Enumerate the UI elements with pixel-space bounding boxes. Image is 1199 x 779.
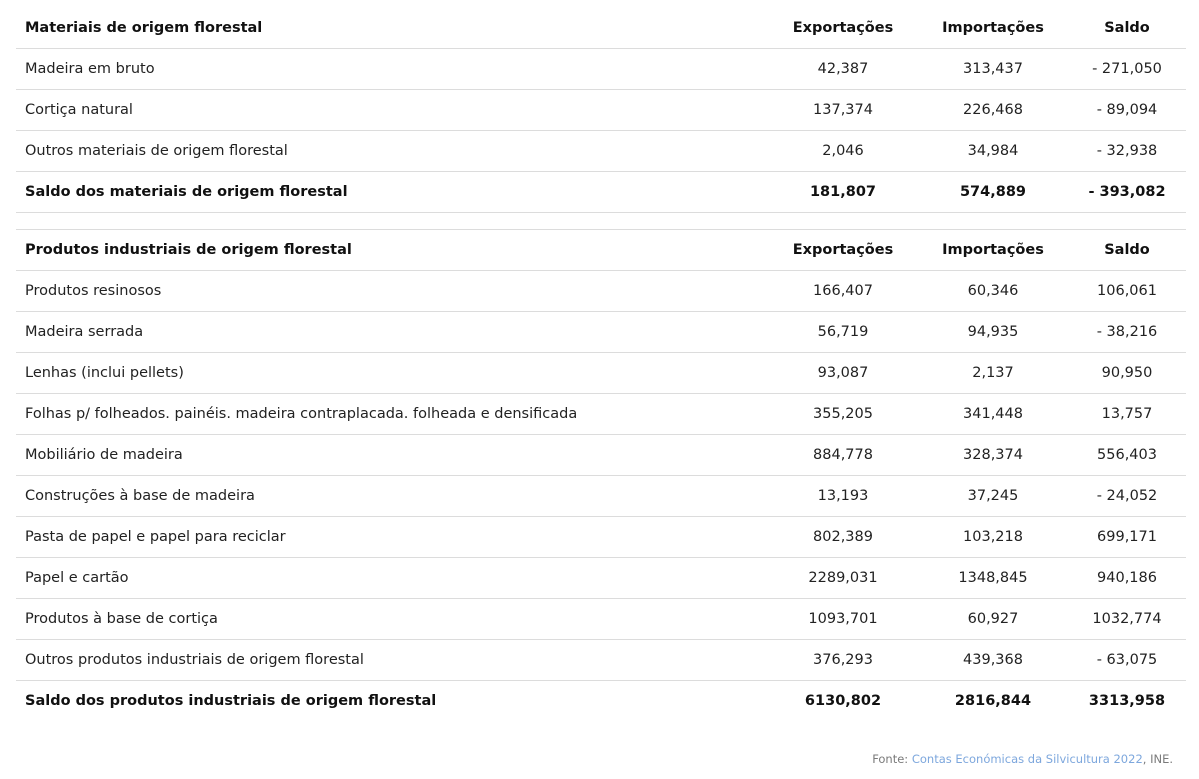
source-suffix: , INE. (1142, 752, 1173, 766)
forest-trade-table: Materiais de origem florestal Exportaçõe… (16, 8, 1186, 721)
row-balance: 940,186 (1068, 557, 1186, 599)
imports-header: Importações (918, 229, 1068, 271)
row-exports: 13,193 (768, 475, 918, 517)
row-balance: - 63,075 (1068, 639, 1186, 681)
total-balance: 3313,958 (1088, 693, 1166, 709)
table-row: Produtos resinosos 166,407 60,346 106,06… (16, 270, 1186, 312)
row-exports: 355,205 (768, 393, 918, 435)
total-exports: 181,807 (768, 171, 918, 213)
row-exports: 2289,031 (768, 557, 918, 599)
row-balance: - 271,050 (1068, 48, 1186, 90)
total-imports: 574,889 (918, 171, 1068, 213)
source-link[interactable]: Contas Económicas da Silvicultura 2022 (912, 752, 1143, 766)
table-row: Outros materiais de origem florestal 2,0… (16, 130, 1186, 172)
row-name: Produtos resinosos (16, 270, 768, 312)
table-row: Papel e cartão 2289,031 1348,845 940,186 (16, 557, 1186, 599)
row-exports: 884,778 (768, 434, 918, 476)
table-row: Construções à base de madeira 13,193 37,… (16, 475, 1186, 517)
row-name: Outros materiais de origem florestal (16, 130, 768, 172)
row-imports: 341,448 (918, 393, 1068, 435)
table-row: Folhas p/ folheados. painéis. madeira co… (16, 393, 1186, 435)
row-imports: 2,137 (918, 352, 1068, 394)
row-name: Pasta de papel e papel para reciclar (16, 516, 768, 558)
row-balance: 699,171 (1068, 516, 1186, 558)
section2-header-row: Produtos industriais de origem florestal… (16, 229, 1186, 271)
row-imports: 103,218 (918, 516, 1068, 558)
total-imports: 2816,844 (954, 693, 1032, 709)
total-name: Saldo dos produtos industriais de origem… (25, 693, 437, 709)
source-prefix: Fonte: (872, 752, 912, 766)
row-balance: 556,403 (1068, 434, 1186, 476)
row-exports: 137,374 (768, 89, 918, 131)
section1-header-row: Materiais de origem florestal Exportaçõe… (16, 8, 1186, 49)
row-exports: 166,407 (768, 270, 918, 312)
row-imports: 226,468 (918, 89, 1068, 131)
row-balance: - 38,216 (1068, 311, 1186, 353)
row-name: Outros produtos industriais de origem fl… (16, 639, 768, 681)
row-imports: 94,935 (918, 311, 1068, 353)
row-name: Mobiliário de madeira (16, 434, 768, 476)
row-imports: 328,374 (918, 434, 1068, 476)
row-exports: 376,293 (768, 639, 918, 681)
row-exports: 42,387 (768, 48, 918, 90)
imports-header: Importações (918, 8, 1068, 49)
row-name: Madeira em bruto (16, 48, 768, 90)
table-row: Madeira em bruto 42,387 313,437 - 271,05… (16, 48, 1186, 90)
table-row: Cortiça natural 137,374 226,468 - 89,094 (16, 89, 1186, 131)
row-imports: 37,245 (918, 475, 1068, 517)
trade-table-container: Materiais de origem florestal Exportaçõe… (16, 8, 1186, 721)
table-row: Outros produtos industriais de origem fl… (16, 639, 1186, 681)
table-row: Madeira serrada 56,719 94,935 - 38,216 (16, 311, 1186, 353)
total-exports: 6130,802 (804, 693, 882, 709)
row-name: Produtos à base de cortiça (16, 598, 768, 640)
table-row: Mobiliário de madeira 884,778 328,374 55… (16, 434, 1186, 476)
row-name: Folhas p/ folheados. painéis. madeira co… (16, 393, 768, 435)
row-balance: - 24,052 (1068, 475, 1186, 517)
row-exports: 802,389 (768, 516, 918, 558)
row-exports: 93,087 (768, 352, 918, 394)
exports-header: Exportações (768, 8, 918, 49)
exports-header: Exportações (768, 229, 918, 271)
row-name: Cortiça natural (16, 89, 768, 131)
section1-title: Materiais de origem florestal (16, 8, 768, 49)
section1-total-row: Saldo dos materiais de origem florestal … (16, 171, 1186, 213)
row-name: Madeira serrada (16, 311, 768, 353)
row-exports: 2,046 (768, 130, 918, 172)
row-balance: 106,061 (1068, 270, 1186, 312)
table-row: Pasta de papel e papel para reciclar 802… (16, 516, 1186, 558)
section2-total-row: Saldo dos produtos industriais de origem… (16, 681, 1186, 722)
row-balance: - 32,938 (1068, 130, 1186, 172)
row-balance: 1032,774 (1068, 598, 1186, 640)
table-row: Produtos à base de cortiça 1093,701 60,9… (16, 598, 1186, 640)
section2-title: Produtos industriais de origem florestal (16, 229, 768, 271)
source-note: Fonte: Contas Económicas da Silvicultura… (872, 752, 1173, 766)
row-balance: 13,757 (1068, 393, 1186, 435)
row-name: Papel e cartão (16, 557, 768, 599)
balance-header: Saldo (1068, 229, 1186, 271)
section-spacer (16, 212, 1186, 230)
row-name: Lenhas (inclui pellets) (16, 352, 768, 394)
row-imports: 313,437 (918, 48, 1068, 90)
row-imports: 60,927 (918, 598, 1068, 640)
total-name: Saldo dos materiais de origem florestal (16, 171, 768, 213)
row-exports: 1093,701 (768, 598, 918, 640)
table-row: Lenhas (inclui pellets) 93,087 2,137 90,… (16, 352, 1186, 394)
row-imports: 439,368 (918, 639, 1068, 681)
row-balance: - 89,094 (1068, 89, 1186, 131)
total-balance: - 393,082 (1068, 171, 1186, 213)
row-imports: 34,984 (918, 130, 1068, 172)
row-balance: 90,950 (1068, 352, 1186, 394)
balance-header: Saldo (1068, 8, 1186, 49)
row-imports: 1348,845 (918, 557, 1068, 599)
row-imports: 60,346 (918, 270, 1068, 312)
row-name: Construções à base de madeira (16, 475, 768, 517)
row-exports: 56,719 (768, 311, 918, 353)
